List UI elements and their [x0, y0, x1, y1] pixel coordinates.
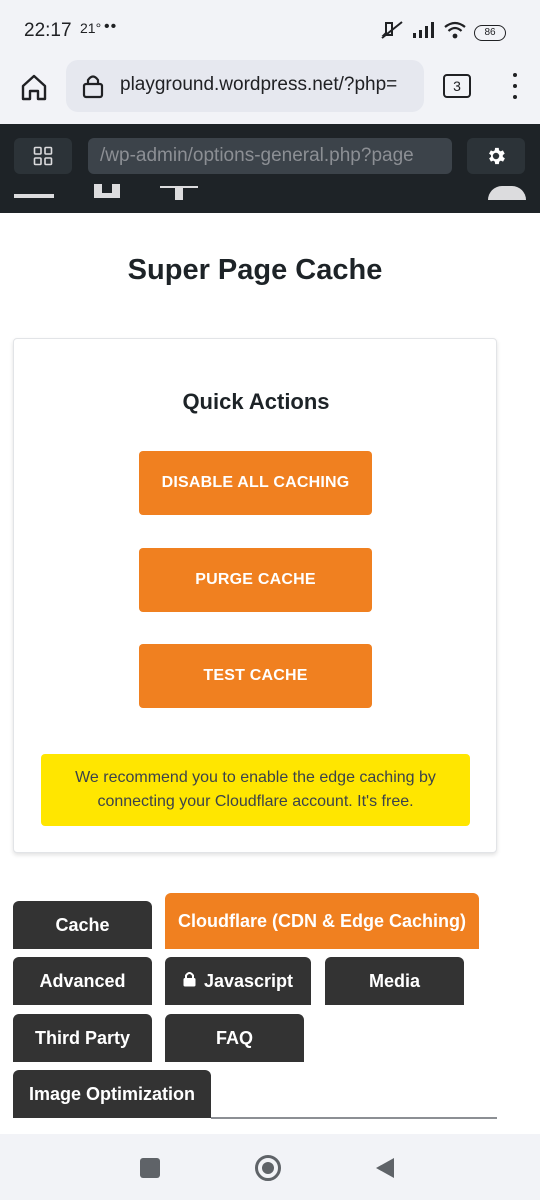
system-navigation-bar [0, 1134, 540, 1200]
tab-image-optimization[interactable]: Image Optimization [13, 1070, 211, 1118]
test-cache-button[interactable]: TEST CACHE [139, 644, 372, 708]
tab-switcher-button[interactable]: 3 [443, 74, 471, 98]
home-button[interactable] [16, 69, 52, 105]
tab-label: Javascript [203, 970, 294, 991]
battery-icon: 86 [474, 24, 506, 41]
tab-javascript[interactable]: Javascript [165, 957, 311, 1005]
purge-cache-button[interactable]: PURGE CACHE [139, 548, 372, 612]
disable-all-caching-button[interactable]: DISABLE ALL CACHING [139, 451, 372, 515]
grid-icon [33, 146, 53, 166]
tab-label: Third Party [34, 1027, 131, 1048]
lock-icon [183, 971, 196, 992]
tab-advanced[interactable]: Advanced [13, 957, 152, 1005]
tab-label: FAQ [215, 1027, 253, 1048]
tab-cloudflare[interactable]: Cloudflare (CDN & Edge Caching) [165, 893, 479, 949]
tab-label: Media [368, 970, 420, 991]
page-title: Super Page Cache [127, 254, 383, 286]
home-icon [21, 74, 47, 101]
browser-menu-button[interactable] [506, 70, 524, 102]
playground-settings-button[interactable] [467, 138, 525, 174]
back-icon [376, 1158, 394, 1178]
playground-url-input[interactable]: /wp-admin/options-general.php?page [88, 138, 452, 174]
back-button[interactable] [374, 1156, 396, 1185]
url-text: playground.wordpress.net/?php= [120, 74, 398, 95]
tab-label: Cache [55, 914, 110, 935]
tab-faq[interactable]: FAQ [165, 1014, 304, 1062]
lock-icon [82, 73, 104, 104]
tab-label: Cloudflare (CDN & Edge Caching) [177, 910, 466, 931]
cloudflare-recommendation-notice: We recommend you to enable the edge cach… [41, 754, 470, 826]
status-time: 22:17 [24, 20, 72, 41]
tab-third-party[interactable]: Third Party [13, 1014, 152, 1062]
tab-label: Advanced [39, 970, 126, 991]
tab-label: Image Optimization [28, 1083, 196, 1104]
playground-menu-button[interactable] [14, 138, 72, 174]
wifi-icon [444, 21, 466, 44]
status-notification-dots: •• [104, 18, 118, 35]
quick-actions-panel: Quick Actions DISABLE ALL CACHING PURGE … [13, 338, 497, 853]
status-bar: 22:17 21° •• 86 [0, 0, 540, 60]
tab-cache[interactable]: Cache [13, 901, 152, 949]
recents-button[interactable] [140, 1158, 160, 1178]
playground-toolbar: /wp-admin/options-general.php?page [0, 124, 540, 213]
status-temperature: 21° [80, 20, 102, 36]
gear-icon [489, 147, 505, 165]
tab-media[interactable]: Media [325, 957, 464, 1005]
home-nav-button[interactable] [255, 1155, 281, 1181]
tabs-divider [211, 1117, 497, 1119]
address-bar[interactable]: playground.wordpress.net/?php= [66, 60, 424, 112]
browser-toolbar: playground.wordpress.net/?php= 3 [0, 60, 540, 124]
signal-icon [412, 22, 436, 43]
status-icons: 86 [380, 20, 506, 45]
quick-actions-title: Quick Actions [182, 389, 330, 414]
wp-admin-bar-fragment [0, 182, 540, 204]
mute-icon [380, 20, 404, 45]
